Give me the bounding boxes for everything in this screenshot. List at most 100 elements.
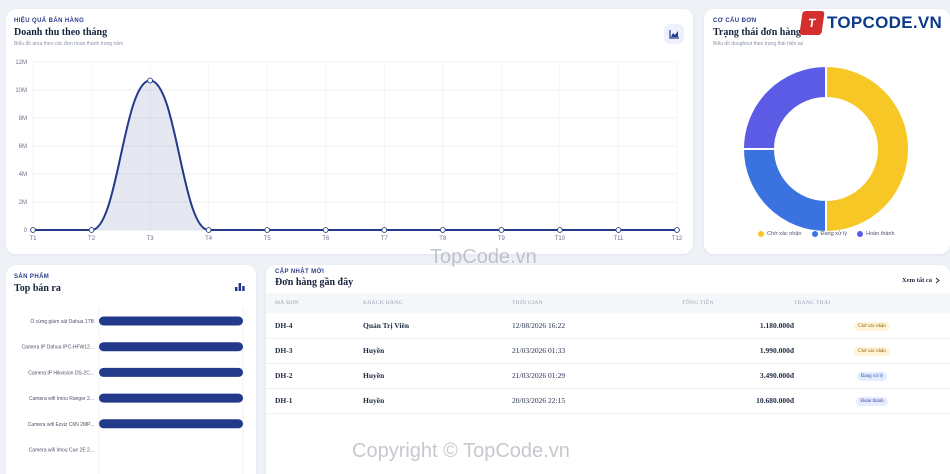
order-total: 1.990.000đ — [682, 338, 794, 364]
bar — [99, 316, 243, 326]
bar — [99, 342, 243, 352]
brand-logo-mark: T — [799, 11, 825, 35]
y-tick-label: 4M — [19, 172, 27, 178]
order-status-title: Trạng thái đơn hàng — [713, 27, 801, 38]
column-header-time: THỜI GIAN — [512, 293, 682, 313]
recent-orders-title: Đơn hàng gần đây — [275, 277, 354, 288]
order-customer: Huyền — [363, 388, 512, 414]
order-customer: Huyền — [363, 338, 512, 364]
table-row[interactable]: DH-3 Huyền 21/03/2026 01:33 1.990.000đ C… — [266, 338, 950, 364]
table-row[interactable]: DH-1 Huyền 20/03/2026 22:15 10.680.000đ … — [266, 388, 950, 414]
table-header-row: MÃ ĐƠN KHÁCH HÀNG THỜI GIAN TỔNG TIỀN TR… — [266, 293, 950, 313]
order-time: 12/08/2026 16:22 — [512, 313, 682, 339]
x-tick-label: T8 — [439, 236, 447, 242]
chevron-right-icon — [935, 277, 940, 284]
order-status-legend: Chờ xác nhận Đang xử lý Hoàn thành — [758, 231, 895, 237]
column-header-status: TRẠNG THÁI — [794, 293, 950, 313]
legend-label: Hoàn thành — [866, 231, 895, 237]
donut-slice — [825, 64, 910, 234]
bar-category-label: Camera wifi Imou Ranger 2... — [29, 396, 94, 402]
brand-logo: T TOPCODE.VN — [799, 10, 943, 36]
recent-orders-table: MÃ ĐƠN KHÁCH HÀNG THỜI GIAN TỔNG TIỀN TR… — [266, 293, 950, 414]
bar — [99, 367, 243, 377]
order-time: 21/03/2026 01:29 — [512, 363, 682, 389]
x-tick-label: T9 — [498, 236, 506, 242]
legend-swatch — [758, 231, 764, 237]
data-point — [557, 227, 563, 233]
order-total: 1.180.000đ — [682, 313, 794, 339]
order-id[interactable]: DH-2 — [266, 363, 363, 389]
order-time: 21/03/2026 01:33 — [512, 338, 682, 364]
y-tick-label: 8M — [19, 116, 27, 122]
data-point — [439, 227, 446, 233]
y-tick-label: 10M — [15, 88, 27, 94]
legend-swatch — [811, 231, 818, 237]
order-id[interactable]: DH-1 — [266, 388, 363, 414]
bar-category-label: Camera wifi Imou Cue 2E 2... — [29, 448, 94, 454]
status-badge: Chờ xác nhận — [854, 347, 890, 356]
status-badge: Hoàn thành — [856, 397, 888, 406]
table-row[interactable]: DH-4 Quản Trị Viên 12/08/2026 16:22 1.18… — [266, 313, 950, 339]
column-header-customer: KHÁCH HÀNG — [363, 293, 512, 313]
column-header-total: TỔNG TIỀN — [682, 293, 794, 313]
revenue-area — [33, 80, 677, 230]
x-tick-label: T6 — [322, 236, 330, 242]
revenue-area-chart: 0 2M 4M 6M 8M 10M 12M T1 T2 T3 T4 T5 T6 T7 T8 T9 T10 T11 T… — [15, 60, 683, 242]
x-tick-label: T4 — [205, 236, 213, 242]
legend-label: Đang xử lý — [820, 231, 848, 237]
order-total: 10.680.000đ — [682, 388, 794, 414]
top-products-bar-chart: Ổ cứng giám sát Dahua 1TB Camera IP Dahua… — [22, 308, 244, 474]
data-point — [205, 227, 212, 233]
order-id[interactable]: DH-3 — [266, 338, 363, 364]
table-row[interactable]: DH-2 Huyền 21/03/2026 01:29 3.490.000đ Đ… — [266, 363, 950, 389]
x-tick-label: T7 — [381, 236, 389, 242]
order-total: 3.490.000đ — [682, 363, 794, 389]
status-badge: Chờ xác nhận — [854, 321, 890, 331]
status-badge: Đang xử lý — [856, 372, 888, 381]
x-tick-label: T3 — [147, 236, 155, 242]
data-point — [264, 227, 271, 233]
x-tick-label: T5 — [264, 236, 272, 242]
donut-slice — [741, 148, 827, 234]
bar-category-label: Camera IP Hikvision DS-2C... — [28, 370, 94, 376]
view-all-label: Xem tất cả — [902, 277, 932, 284]
brand-name: TOPCODE.VN — [827, 13, 943, 32]
y-tick-label: 0 — [24, 228, 28, 234]
data-point — [88, 227, 95, 233]
order-customer: Huyền — [363, 363, 512, 389]
order-status-donut-chart — [741, 64, 910, 234]
revenue-card: HIỆU QUẢ BÁN HÀNG Doanh thu theo tháng B… — [6, 9, 693, 254]
column-header-order-id: MÃ ĐƠN — [266, 293, 363, 313]
data-point — [147, 77, 153, 84]
legend-label: Chờ xác nhận — [767, 231, 802, 237]
bar — [99, 419, 243, 429]
view-all-link[interactable]: Xem tất cả — [902, 277, 940, 284]
x-tick-label: T11 — [614, 236, 625, 242]
bar-category-label: Camera wifi Ezviz C6N 2MP... — [28, 422, 94, 428]
legend-swatch — [857, 231, 864, 237]
order-customer: Quản Trị Viên — [363, 313, 512, 339]
data-point — [381, 227, 388, 233]
data-point — [30, 227, 36, 233]
x-tick-label: T12 — [672, 236, 683, 242]
bar-category-label: Camera IP Dahua IPC-HFW12... — [22, 345, 94, 351]
y-tick-label: 12M — [15, 60, 27, 66]
y-tick-label: 6M — [19, 144, 27, 150]
legend-item[interactable]: Đang xử lý — [811, 231, 848, 237]
donut-slice — [741, 64, 827, 150]
legend-item[interactable]: Hoàn thành — [857, 231, 895, 237]
bar-category-label: Ổ cứng giám sát Dahua 1TB — [30, 318, 94, 325]
x-tick-label: T1 — [29, 236, 37, 242]
y-tick-label: 2M — [19, 200, 27, 206]
x-tick-label: T10 — [555, 236, 566, 242]
legend-item[interactable]: Chờ xác nhận — [758, 231, 802, 237]
recent-orders-card: CẬP NHẬT MỚI Đơn hàng gần đây Xem tất cả… — [266, 265, 950, 474]
bar — [99, 393, 243, 403]
order-id[interactable]: DH-4 — [266, 313, 363, 339]
top-products-card: SẢN PHẨM Top bán ra Ổ cứng giám sát Dahu… — [6, 265, 256, 474]
recent-orders-eyebrow: CẬP NHẬT MỚI — [275, 269, 325, 275]
data-point — [615, 227, 622, 233]
order-status-card: CƠ CẤU ĐƠN Trạng thái đơn hàng Biểu đồ d… — [704, 9, 950, 254]
order-status-eyebrow: CƠ CẤU ĐƠN — [713, 18, 757, 24]
order-time: 20/03/2026 22:15 — [512, 388, 682, 414]
